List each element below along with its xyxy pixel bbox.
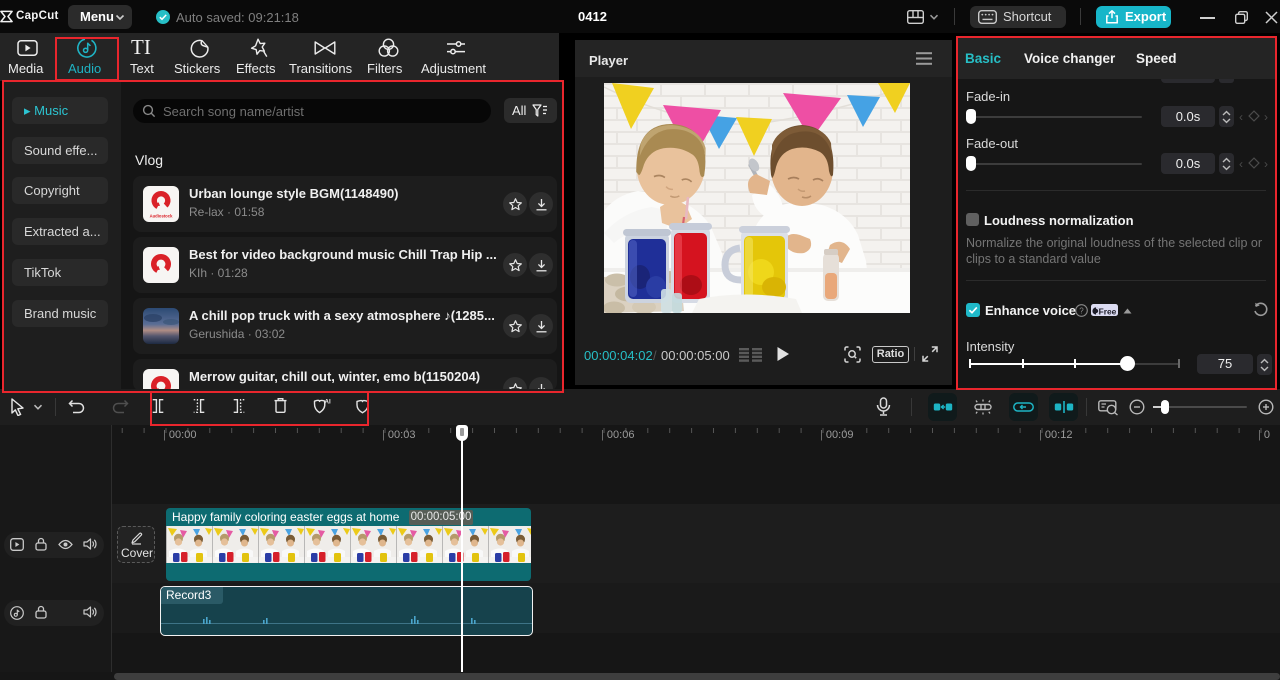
svg-text:?: ? [1079, 306, 1084, 315]
svg-text:AI: AI [325, 398, 331, 405]
svg-text:Free: Free [1099, 306, 1117, 316]
svg-text:Audiostock: Audiostock [150, 214, 173, 219]
